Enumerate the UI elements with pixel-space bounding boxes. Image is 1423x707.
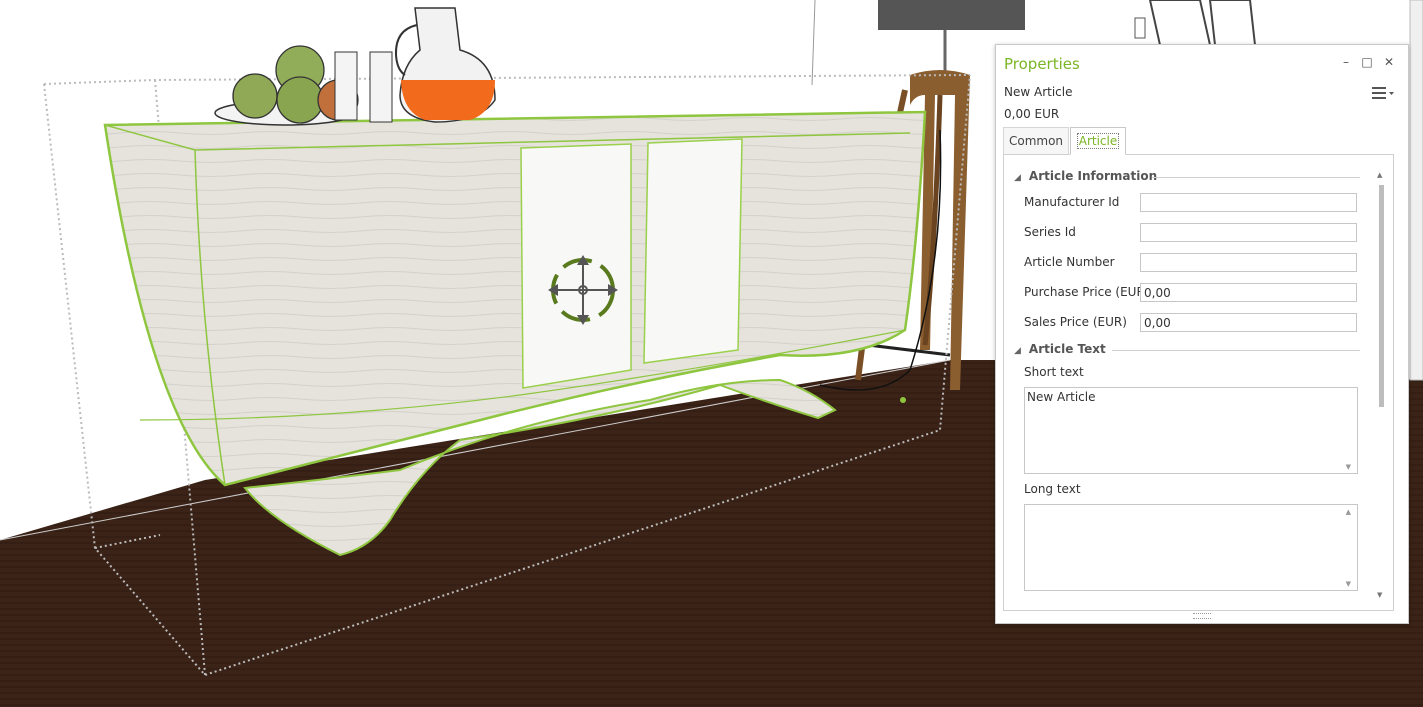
collapse-triangle-icon: ◢ — [1014, 346, 1021, 356]
sales-price-label: Sales Price (EUR) — [1024, 315, 1127, 329]
long-text-area[interactable]: ▲ ▼ — [1024, 504, 1358, 591]
hamburger-menu-icon[interactable] — [1372, 85, 1394, 101]
door-left — [520, 143, 632, 389]
scroll-up-icon[interactable]: ▲ — [1377, 171, 1382, 179]
tab-content: ◢ Article Information Manufacturer Id Ser… — [1003, 154, 1394, 611]
article-name: New Article — [1004, 85, 1073, 99]
resize-grip[interactable] — [1193, 613, 1211, 619]
scroll-down-icon[interactable]: ▼ — [1346, 580, 1351, 588]
tab-article[interactable]: Article — [1070, 127, 1126, 155]
section-article-text-label: Article Text — [1028, 342, 1106, 356]
manufacturer-id-label: Manufacturer Id — [1024, 195, 1120, 209]
juice — [401, 80, 495, 120]
close-button[interactable]: ✕ — [1382, 55, 1396, 69]
article-number-field[interactable] — [1140, 253, 1357, 272]
divider — [1152, 177, 1360, 178]
minimize-button[interactable]: – — [1339, 55, 1353, 69]
scroll-down-icon[interactable]: ▼ — [1346, 463, 1351, 471]
long-text-label: Long text — [1024, 482, 1081, 496]
short-text-label: Short text — [1024, 365, 1084, 379]
short-text-value: New Article — [1027, 390, 1096, 404]
scroll-down-icon[interactable]: ▼ — [1377, 591, 1382, 599]
series-id-label: Series Id — [1024, 225, 1076, 239]
section-article-text[interactable]: ◢ Article Text — [1014, 342, 1106, 356]
divider — [1112, 350, 1360, 351]
purchase-price-label: Purchase Price (EUR) — [1024, 285, 1150, 299]
section-article-information[interactable]: ◢ Article Information — [1014, 169, 1157, 183]
article-price: 0,00 EUR — [1004, 107, 1060, 121]
collapse-triangle-icon: ◢ — [1014, 173, 1021, 183]
door-right — [643, 138, 743, 364]
vertical-scrollbar[interactable]: ▲ ▼ — [1376, 171, 1386, 599]
purchase-price-field[interactable]: 0,00 — [1140, 283, 1357, 302]
article-number-label: Article Number — [1024, 255, 1115, 269]
panel-title: Properties — [1004, 55, 1080, 73]
manufacturer-id-field[interactable] — [1140, 193, 1357, 212]
section-article-information-label: Article Information — [1028, 169, 1158, 183]
tab-article-label: Article — [1076, 133, 1120, 149]
tab-common[interactable]: Common — [1003, 127, 1069, 154]
scrollbar-thumb[interactable] — [1379, 185, 1384, 407]
series-id-field[interactable] — [1140, 223, 1357, 242]
maximize-button[interactable]: □ — [1360, 55, 1374, 69]
scroll-up-icon[interactable]: ▲ — [1346, 508, 1351, 516]
sales-price-field[interactable]: 0,00 — [1140, 313, 1357, 332]
short-text-area[interactable]: New Article ▼ — [1024, 387, 1358, 474]
properties-panel: Properties – □ ✕ New Article 0,00 EUR Co… — [995, 44, 1409, 624]
